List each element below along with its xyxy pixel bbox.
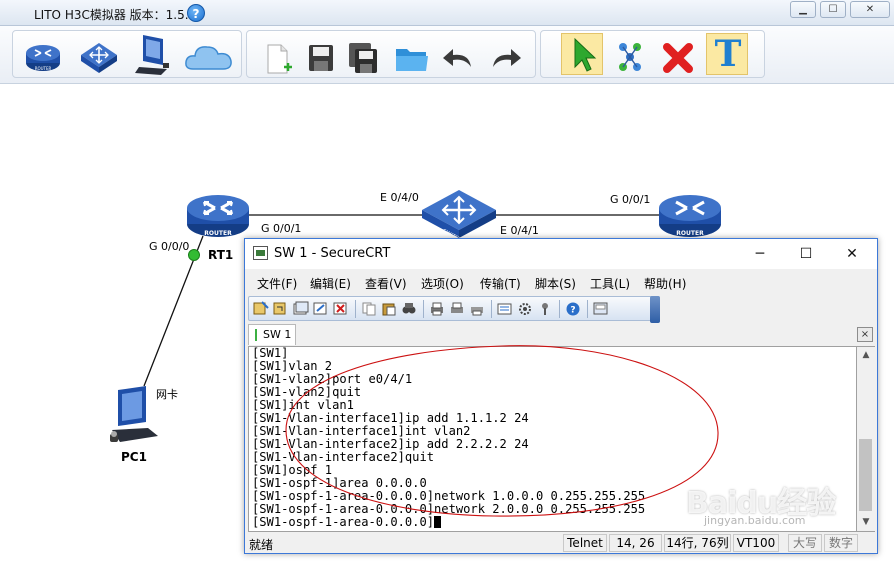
router-rt2-icon[interactable]: ROUTER — [657, 190, 723, 240]
session-tab[interactable]: SW 1 — [248, 324, 296, 345]
menu-transfer[interactable]: 传输(T) — [480, 275, 521, 292]
watermark: Baidu经验 jingyan.baidu.com — [686, 478, 886, 538]
delete-icon[interactable] — [659, 39, 699, 77]
toolbar-separator — [559, 300, 560, 318]
watermark-url: jingyan.baidu.com — [704, 514, 806, 527]
svg-text:?: ? — [570, 306, 575, 316]
session-status-indicator — [255, 329, 257, 341]
port-label-nic: 网卡 — [156, 388, 178, 401]
menu-help[interactable]: 帮助(H) — [644, 275, 686, 292]
port-label-e040: E 0/4/0 — [380, 191, 419, 204]
scroll-up-arrow[interactable]: ▲ — [857, 347, 875, 364]
printer-setup-icon[interactable] — [469, 301, 485, 316]
securecrt-minimize-button[interactable]: ─ — [737, 239, 783, 269]
menu-file[interactable]: 文件(F) — [257, 275, 297, 292]
menu-view[interactable]: 查看(V) — [365, 275, 407, 292]
toolbar-separator — [355, 300, 356, 318]
quick-connect-icon[interactable] — [273, 301, 289, 316]
svg-text:ROUTER: ROUTER — [676, 230, 704, 237]
print-selection-icon[interactable] — [449, 301, 465, 316]
file-toolgroup — [246, 30, 536, 78]
securecrt-close-button[interactable]: ✕ — [829, 239, 875, 269]
link-status-dot — [188, 249, 200, 261]
cloud-icon[interactable] — [183, 39, 235, 77]
menu-script[interactable]: 脚本(S) — [535, 275, 576, 292]
menu-tools[interactable]: 工具(L) — [590, 275, 630, 292]
disconnect-icon[interactable] — [333, 301, 349, 316]
toolbar-separator — [491, 300, 492, 318]
app-titlebar: LITO H3C模拟器 版本：1.5.2 ? ▁ ☐ ✕ — [0, 0, 894, 26]
script-icon[interactable] — [593, 301, 609, 316]
help-icon[interactable]: ? — [187, 4, 205, 22]
switch-sw1-icon[interactable]: SWITCH — [420, 188, 498, 240]
securecrt-toolbar: ? — [248, 296, 660, 321]
svg-text:ROUTER: ROUTER — [204, 230, 232, 237]
global-options-icon[interactable] — [517, 301, 533, 316]
connect-icon[interactable] — [253, 301, 269, 316]
terminal-lines: [SW1] [SW1]vlan 2 [SW1-vlan2]port e0/4/1 [S… — [252, 347, 645, 529]
router-rt1-icon[interactable]: ROUTER — [185, 190, 251, 240]
keymap-icon[interactable] — [537, 301, 553, 316]
session-tabbar: SW 1 × — [245, 324, 877, 346]
status-ready: 就绪 — [249, 538, 274, 552]
device-toolgroup: ROUTER — [12, 30, 242, 78]
redo-icon[interactable] — [485, 39, 525, 77]
open-folder-icon[interactable] — [392, 39, 432, 77]
help-icon[interactable]: ? — [565, 301, 581, 316]
select-pointer-icon[interactable] — [563, 35, 603, 73]
switch-icon[interactable] — [79, 39, 119, 77]
find-icon[interactable] — [401, 301, 417, 316]
close-tab-button[interactable]: × — [857, 327, 873, 342]
device-name-pc1: PC1 — [121, 450, 147, 464]
paste-icon[interactable] — [381, 301, 397, 316]
menu-edit[interactable]: 编辑(E) — [310, 275, 351, 292]
securecrt-app-icon — [253, 246, 268, 260]
status-cursor-position: 14, 26 — [609, 534, 662, 552]
status-protocol: Telnet — [563, 534, 607, 552]
terminal-line: [SW1-ospf-1-area-0.0.0.0] — [252, 516, 645, 529]
close-button[interactable]: ✕ — [850, 1, 890, 18]
toolbar-separator — [423, 300, 424, 318]
terminal-cursor — [434, 516, 442, 528]
port-label-rt2-g001: G 0/0/1 — [610, 193, 651, 206]
print-icon[interactable] — [429, 301, 445, 316]
menu-options[interactable]: 选项(O) — [421, 275, 464, 292]
toolbar-separator — [587, 300, 588, 318]
port-label-e041: E 0/4/1 — [500, 224, 539, 237]
main-toolbar: ROUTER T — [0, 26, 894, 84]
session-tab-label: SW 1 — [263, 328, 292, 341]
reconnect-icon[interactable] — [313, 301, 329, 316]
port-label-g001: G 0/0/1 — [261, 222, 302, 235]
save-icon[interactable] — [301, 39, 341, 77]
svg-text:ROUTER: ROUTER — [35, 66, 52, 71]
securecrt-maximize-button[interactable]: ☐ — [783, 239, 829, 269]
pc-icon[interactable] — [133, 33, 173, 77]
edit-toolgroup: T — [540, 30, 765, 78]
text-tool-icon[interactable]: T — [708, 33, 748, 75]
maximize-button[interactable]: ☐ — [820, 1, 846, 18]
undo-icon[interactable] — [439, 39, 479, 77]
securecrt-titlebar: SW 1 - SecureCRT ─ ☐ ✕ — [245, 239, 877, 269]
connect-tab-icon[interactable] — [293, 301, 309, 316]
app-title: LITO H3C模拟器 版本：1.5.2 — [34, 8, 197, 22]
toolbar-overflow-grip[interactable] — [650, 296, 660, 323]
pc1-icon[interactable] — [108, 384, 160, 446]
connect-icon[interactable] — [611, 39, 651, 77]
securecrt-title: SW 1 - SecureCRT — [274, 246, 391, 261]
device-name-rt1: RT1 — [208, 248, 234, 262]
minimize-button[interactable]: ▁ — [790, 1, 816, 18]
port-label-g000: G 0/0/0 — [149, 240, 190, 253]
copy-icon[interactable] — [361, 301, 377, 316]
simulator-window: LITO H3C模拟器 版本：1.5.2 ? ▁ ☐ ✕ ROUTER T RO… — [0, 0, 894, 561]
new-file-icon[interactable] — [257, 39, 297, 77]
save-as-icon[interactable] — [343, 39, 383, 77]
session-options-icon[interactable] — [497, 301, 513, 316]
router-icon[interactable]: ROUTER — [23, 39, 63, 77]
securecrt-menubar: 文件(F) 编辑(E) 查看(V) 选项(O) 传输(T) 脚本(S) 工具(L… — [245, 269, 877, 295]
